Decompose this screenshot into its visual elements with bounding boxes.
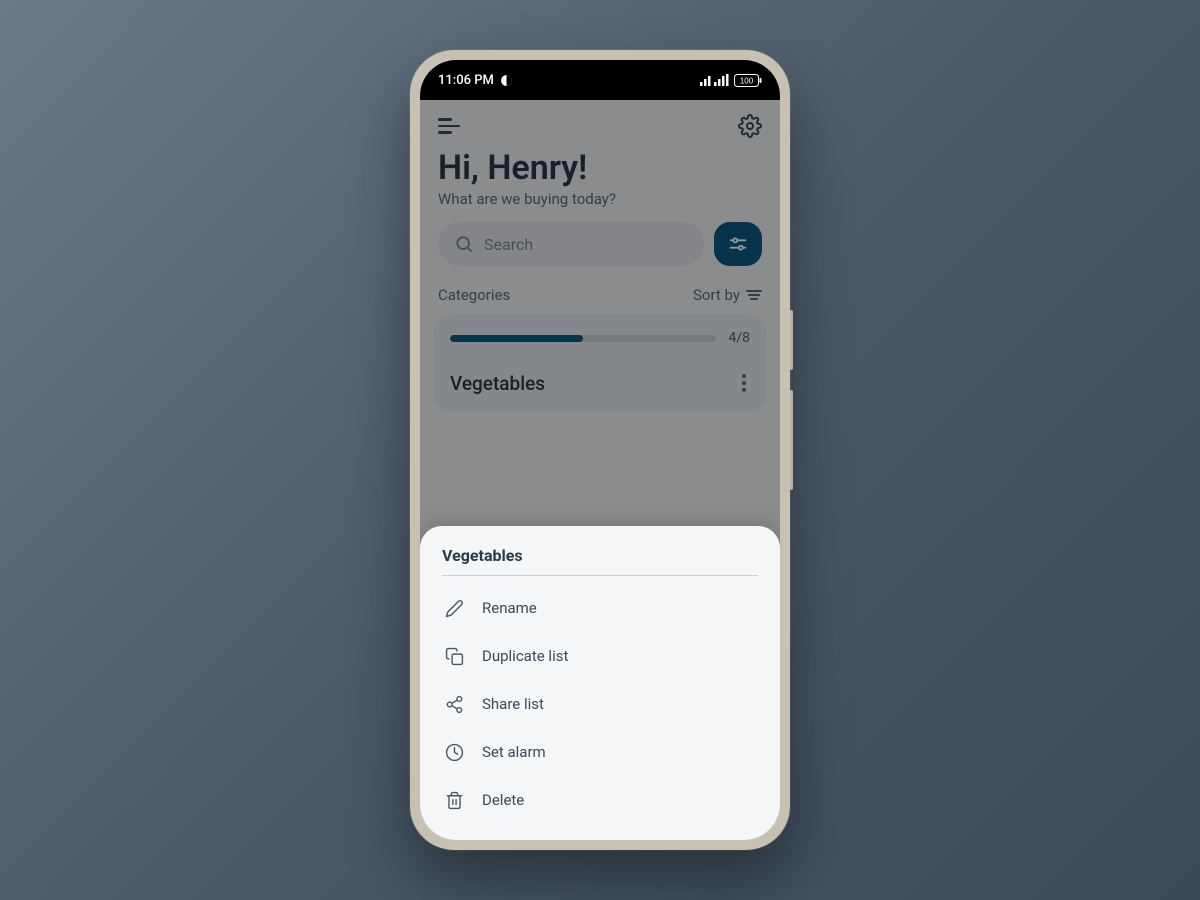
trash-icon [444, 790, 464, 810]
clock-icon [444, 742, 464, 762]
sheet-item-delete[interactable]: Delete [442, 776, 758, 824]
app-content: Hi, Henry! What are we buying today? Sea… [420, 100, 780, 840]
sheet-item-label: Delete [482, 791, 524, 809]
phone-side-button [790, 390, 793, 490]
sheet-item-share[interactable]: Share list [442, 680, 758, 728]
sheet-item-duplicate[interactable]: Duplicate list [442, 632, 758, 680]
sheet-item-alarm[interactable]: Set alarm [442, 728, 758, 776]
sheet-title: Vegetables [442, 546, 758, 576]
copy-icon [444, 646, 464, 666]
status-app-icon [500, 74, 513, 87]
status-time: 11:06 PM [438, 73, 494, 88]
sheet-item-label: Share list [482, 695, 544, 713]
phone-side-button [790, 310, 793, 370]
sheet-item-rename[interactable]: Rename [442, 584, 758, 632]
sheet-item-label: Set alarm [482, 743, 546, 761]
signal-icon [700, 74, 730, 86]
sheet-item-label: Rename [482, 599, 537, 617]
phone-frame: 11:06 PM 100 [410, 50, 790, 850]
svg-text:100: 100 [740, 76, 754, 85]
share-icon [444, 694, 464, 714]
bottom-sheet: Vegetables Rename Duplicate list [420, 526, 780, 840]
front-camera [592, 74, 608, 90]
screen: 11:06 PM 100 [420, 60, 780, 840]
pencil-icon [444, 598, 464, 618]
battery-icon: 100 [734, 74, 762, 87]
sheet-item-label: Duplicate list [482, 647, 568, 665]
